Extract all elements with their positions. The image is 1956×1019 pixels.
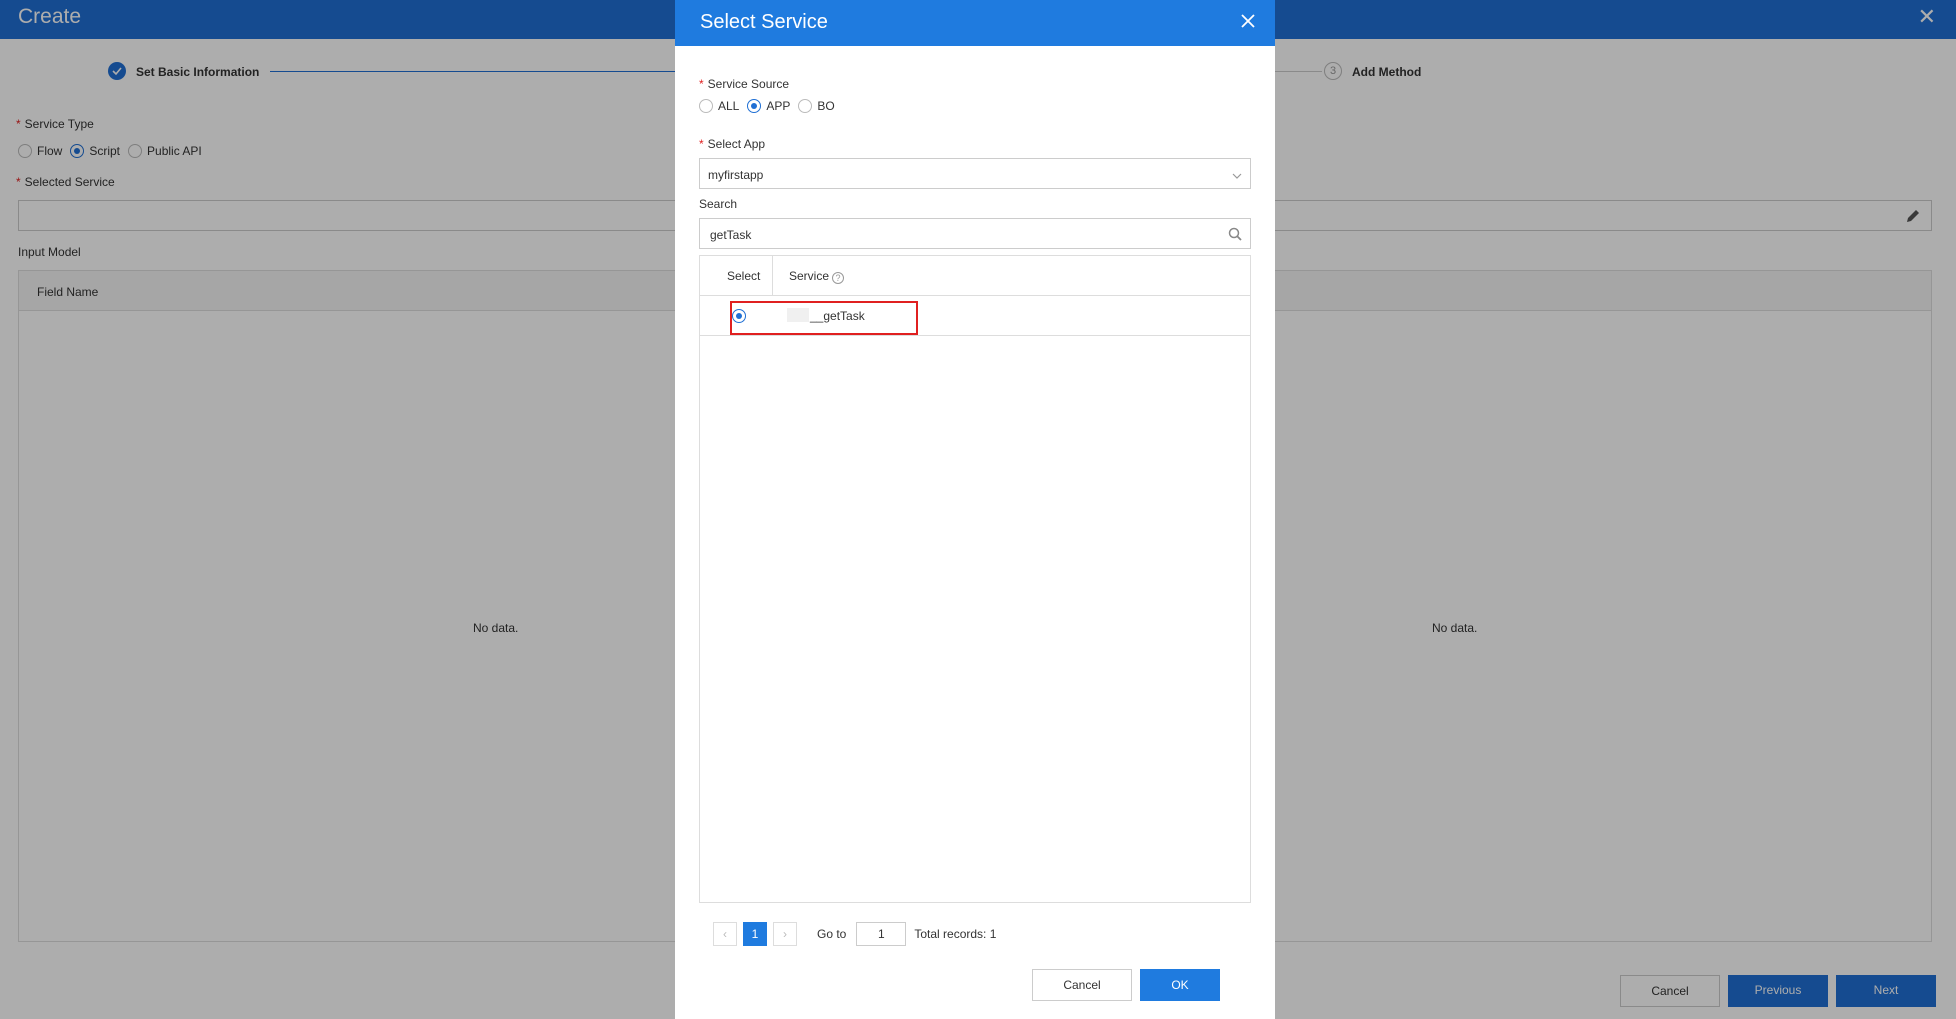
cancel-button[interactable]: Cancel (1032, 969, 1132, 1001)
select-column-header: Select (727, 269, 761, 283)
service-column-header: Service? (789, 269, 845, 284)
search-label: Search (699, 197, 738, 211)
total-records: Total records: 1 (914, 927, 997, 941)
close-icon[interactable] (1241, 14, 1255, 31)
select-app-dropdown[interactable]: myfirstapp (699, 158, 1251, 189)
help-icon[interactable]: ? (832, 272, 845, 284)
pagination: ‹ 1 › Go to 1 Total records: 1 (713, 922, 996, 946)
service-source-label: * Service Source (699, 77, 790, 91)
select-service-dialog: Select Service * Service Source ALL APP B… (675, 0, 1275, 1019)
prev-page-icon[interactable]: ‹ (713, 922, 737, 946)
table-header: Select Service? (700, 256, 1250, 296)
search-icon[interactable] (1228, 227, 1242, 244)
chevron-down-icon (1232, 169, 1242, 183)
ok-button[interactable]: OK (1140, 969, 1220, 1001)
search-input[interactable]: getTask (699, 218, 1251, 249)
radio-icon[interactable] (699, 99, 713, 113)
page-number-button[interactable]: 1 (743, 922, 767, 946)
radio-icon[interactable] (798, 99, 813, 113)
dialog-header: Select Service (675, 0, 1275, 46)
radio-all[interactable]: ALL (699, 99, 739, 113)
next-page-icon[interactable]: › (773, 922, 797, 946)
radio-icon[interactable] (747, 99, 762, 113)
service-table: Select Service? __getTask (699, 255, 1251, 903)
goto-label: Go to (817, 927, 847, 941)
radio-bo[interactable]: BO (798, 99, 835, 113)
radio-app[interactable]: APP (747, 99, 790, 113)
select-app-value: myfirstapp (708, 168, 764, 182)
select-app-label: * Select App (699, 137, 766, 151)
column-divider (772, 256, 773, 296)
goto-page-input[interactable]: 1 (856, 922, 907, 946)
highlight-box (730, 301, 918, 335)
dialog-title: Select Service (700, 11, 828, 33)
search-value: getTask (710, 228, 752, 242)
service-source-radio-group: ALL APP BO (699, 99, 843, 113)
